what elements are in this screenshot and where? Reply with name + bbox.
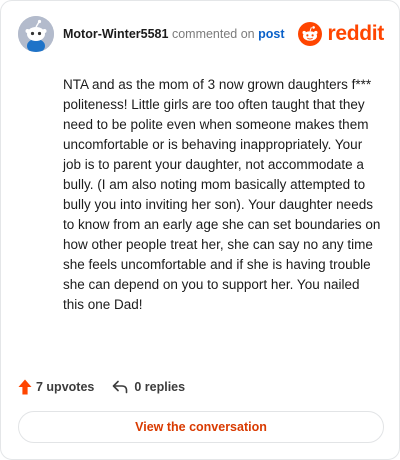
post-link[interactable]: post bbox=[258, 27, 284, 41]
comment-body: NTA and as the mom of 3 now grown daught… bbox=[63, 77, 381, 312]
action-text: commented on bbox=[171, 27, 255, 41]
reply-arrow-icon bbox=[112, 380, 128, 394]
username[interactable]: Motor-Winter5581 bbox=[63, 27, 168, 41]
snoo-avatar-icon[interactable] bbox=[18, 16, 54, 52]
replies-stat[interactable]: 0 replies bbox=[112, 380, 185, 394]
upvotes-count: 7 upvotes bbox=[36, 380, 95, 394]
reddit-logo[interactable]: reddit bbox=[298, 20, 384, 48]
replies-count: 0 replies bbox=[134, 380, 186, 394]
upvotes-stat[interactable]: 7 upvotes bbox=[18, 379, 94, 395]
reddit-wordmark: reddit bbox=[327, 22, 384, 45]
author-line: Motor-Winter5581 commented on post bbox=[63, 26, 285, 42]
reddit-snoo-icon bbox=[298, 22, 323, 46]
comment-stats: 7 upvotes 0 replies bbox=[18, 377, 185, 397]
comment-card: Motor-Winter5581 commented on post reddi… bbox=[0, 0, 400, 460]
upvote-arrow-icon bbox=[18, 379, 32, 395]
view-conversation-button[interactable]: View the conversation bbox=[18, 411, 384, 443]
comment-header: Motor-Winter5581 commented on post reddi… bbox=[18, 16, 384, 52]
